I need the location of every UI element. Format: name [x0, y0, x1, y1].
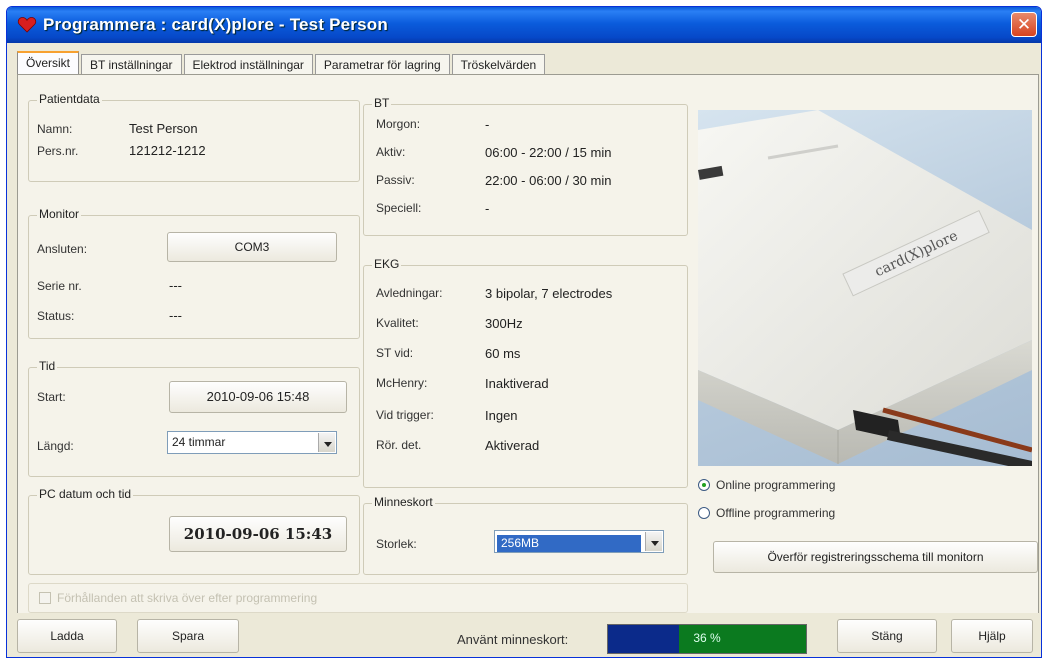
tab-storage-parameters[interactable]: Parametrar för lagring	[314, 54, 450, 75]
monitor-group-title: Monitor	[37, 207, 82, 221]
persnr-label: Pers.nr.	[37, 144, 79, 158]
bt-special-value: -	[485, 201, 490, 216]
ekg-st-value: 60 ms	[485, 346, 521, 361]
pc-datetime-title: PC datum och tid	[37, 487, 134, 501]
close-icon: ✕	[1016, 15, 1032, 34]
monitor-group: Monitor Ansluten: COM3 Serie nr. --- Sta…	[28, 207, 360, 339]
memory-size-select[interactable]: 256MB	[494, 530, 664, 553]
close-window-button[interactable]: ✕	[1011, 12, 1037, 37]
ekg-motion-value: Aktiverad	[485, 438, 540, 453]
tab-electrode-settings[interactable]: Elektrod inställningar	[183, 54, 313, 75]
online-programming-radio[interactable]: Online programmering	[698, 478, 835, 492]
overview-panel: Patientdata Namn: Test Person Pers.nr. 1…	[17, 74, 1039, 614]
bt-active-value: 06:00 - 22:00 / 15 min	[485, 145, 612, 160]
memory-card-title: Minneskort	[372, 495, 435, 509]
patient-group-title: Patientdata	[37, 92, 102, 106]
bt-morning-label: Morgon:	[376, 117, 421, 131]
chevron-down-icon[interactable]	[645, 532, 662, 551]
ekg-group-title: EKG	[372, 257, 402, 271]
bt-group-title: BT	[372, 96, 392, 110]
serial-label: Serie nr.	[37, 279, 82, 293]
time-group: Tid Start: 2010-09-06 15:48 Längd: 24 ti…	[28, 359, 360, 477]
memory-usage-bar: 36 %	[607, 624, 807, 654]
heart-icon	[17, 17, 37, 33]
ekg-quality-value: 300Hz	[485, 316, 523, 331]
device-photo: card(X)plore	[698, 110, 1032, 466]
bt-group: BT Morgon: - Aktiv: 06:00 - 22:00 / 15 m…	[363, 96, 688, 236]
transfer-schedule-button[interactable]: Överför registreringsschema till monitor…	[713, 541, 1038, 573]
online-programming-label: Online programmering	[716, 478, 836, 492]
title-bar: Programmera : card(X)plore - Test Person…	[7, 7, 1041, 43]
length-select[interactable]: 24 timmar	[167, 431, 337, 454]
memory-card-group: Minneskort Storlek: 256MB	[363, 495, 688, 575]
erase-option-row: Förhållanden att skriva över efter progr…	[28, 583, 688, 613]
length-label: Längd:	[37, 439, 74, 453]
tab-bar: Översikt BT inställningar Elektrod instä…	[17, 51, 547, 75]
radio-selected-icon	[698, 479, 710, 491]
pc-datetime-group: PC datum och tid 2010-09-06 15:43	[28, 487, 360, 575]
erase-checkbox[interactable]	[39, 592, 51, 604]
offline-programming-label: Offline programmering	[716, 506, 836, 520]
bt-special-label: Speciell:	[376, 201, 422, 215]
ekg-group: EKG Avledningar: 3 bipolar, 7 electrodes…	[363, 257, 688, 488]
ekg-trigger-value: Ingen	[485, 408, 518, 423]
ekg-leads-label: Avledningar:	[376, 286, 443, 300]
ekg-st-label: ST vid:	[376, 346, 414, 360]
connected-label: Ansluten:	[37, 242, 88, 256]
persnr-value: 121212-1212	[129, 143, 206, 158]
start-time-button[interactable]: 2010-09-06 15:48	[169, 381, 347, 413]
program-window: Programmera : card(X)plore - Test Person…	[6, 6, 1042, 658]
status-value: ---	[169, 308, 182, 323]
ekg-trigger-label: Vid trigger:	[376, 408, 434, 422]
length-select-value: 24 timmar	[172, 435, 226, 449]
bt-morning-value: -	[485, 117, 490, 132]
bt-active-label: Aktiv:	[376, 145, 406, 159]
bt-passive-value: 22:00 - 06:00 / 30 min	[485, 173, 612, 188]
help-button[interactable]: Hjälp	[951, 619, 1033, 653]
memory-size-label: Storlek:	[376, 537, 417, 551]
serial-value: ---	[169, 278, 182, 293]
offline-programming-radio[interactable]: Offline programmering	[698, 506, 835, 520]
ekg-quality-label: Kvalitet:	[376, 316, 419, 330]
erase-checkbox-label: Förhållanden att skriva över efter progr…	[57, 591, 318, 605]
tab-thresholds[interactable]: Tröskelvärden	[451, 54, 546, 75]
chevron-down-icon[interactable]	[318, 433, 335, 452]
time-group-title: Tid	[37, 359, 58, 373]
name-value: Test Person	[129, 121, 198, 136]
bt-passive-label: Passiv:	[376, 173, 415, 187]
tab-bt-settings[interactable]: BT inställningar	[81, 54, 182, 75]
pc-datetime-button[interactable]: 2010-09-06 15:43	[169, 516, 347, 552]
memory-size-value: 256MB	[497, 535, 641, 552]
ekg-mchenry-value: Inaktiverad	[485, 376, 549, 391]
save-button[interactable]: Spara	[137, 619, 239, 653]
name-label: Namn:	[37, 122, 73, 136]
memory-percent-text: 36 %	[693, 631, 721, 645]
patient-group: Patientdata Namn: Test Person Pers.nr. 1…	[28, 92, 360, 182]
window-title: Programmera : card(X)plore - Test Person	[43, 15, 388, 34]
device-illustration: card(X)plore	[698, 110, 1032, 466]
tab-oversikt[interactable]: Översikt	[17, 51, 80, 75]
memory-used-label: Använt minneskort:	[457, 632, 569, 647]
start-label: Start:	[37, 390, 66, 404]
radio-unselected-icon	[698, 507, 710, 519]
ekg-mchenry-label: McHenry:	[376, 376, 428, 390]
status-label: Status:	[37, 309, 75, 323]
ekg-motion-label: Rör. det.	[376, 438, 422, 452]
com-port-button[interactable]: COM3	[167, 232, 337, 262]
close-button[interactable]: Stäng	[837, 619, 937, 653]
load-button[interactable]: Ladda	[17, 619, 117, 653]
ekg-leads-value: 3 bipolar, 7 electrodes	[485, 286, 613, 301]
